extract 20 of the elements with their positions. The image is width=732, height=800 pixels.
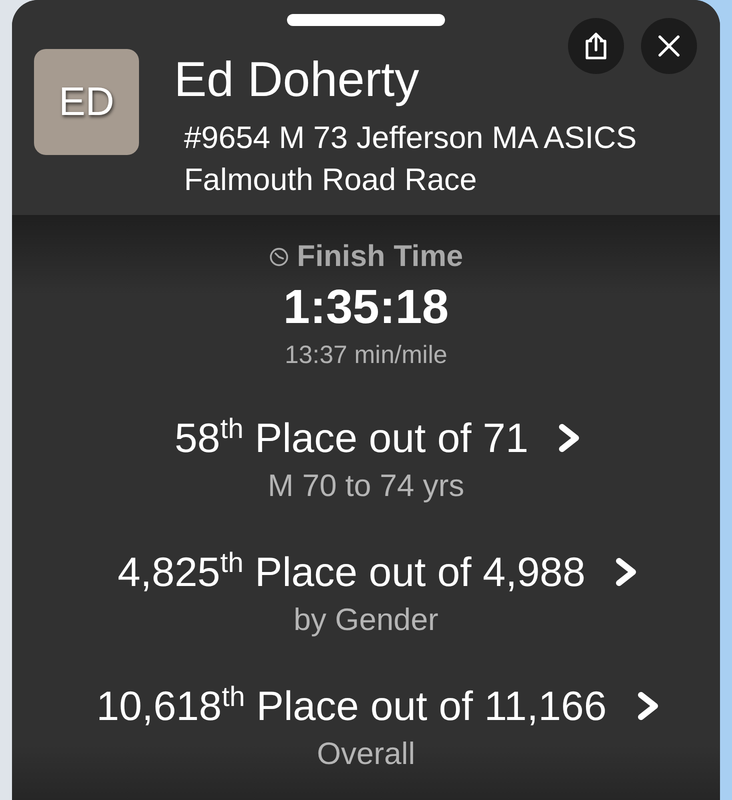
- placement-category: by Gender: [294, 602, 438, 638]
- pace-text: 13:37 min/mile: [284, 340, 448, 370]
- drag-handle[interactable]: [287, 14, 445, 26]
- close-icon: [658, 35, 680, 57]
- placement-category: M 70 to 74 yrs: [268, 468, 464, 504]
- placement-link[interactable]: 58$^{th}$ Place out of 71: [174, 414, 582, 462]
- runner-name: Ed Doherty: [174, 52, 420, 108]
- avatar: ED: [34, 49, 139, 155]
- chevron-icon: [636, 692, 660, 720]
- finish-time: 1:35:18: [283, 282, 449, 334]
- entry-details: #9654 M 73 Jefferson MA ASICS: [184, 119, 637, 157]
- chevron-icon: [558, 424, 582, 452]
- share-icon: [584, 32, 608, 60]
- clock-icon: [268, 247, 289, 267]
- placement-category: Overall: [316, 736, 416, 772]
- placement-link[interactable]: 10,618$^{th}$ Place out of 11,166: [96, 682, 660, 730]
- placement-link[interactable]: 4,825$^{th}$ Place out of 4,988: [118, 548, 638, 596]
- event-name: Falmouth Road Race: [184, 161, 477, 199]
- finish-time-label: Finish Time: [296, 239, 464, 275]
- chevron-icon: [615, 558, 638, 586]
